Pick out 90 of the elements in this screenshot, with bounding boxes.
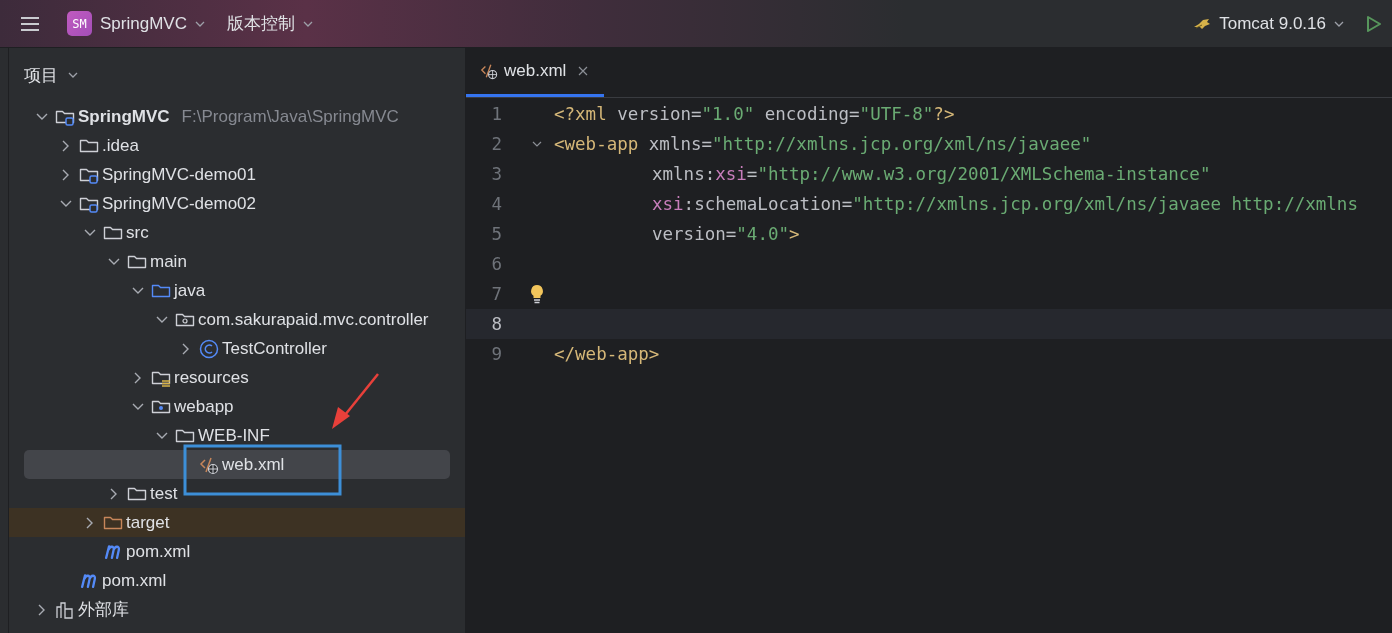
chevron-down-icon[interactable]: [132, 402, 144, 411]
tree-item-label: 外部库: [78, 599, 129, 621]
fold-icon[interactable]: [532, 141, 542, 147]
tree-row[interactable]: TestController: [9, 334, 465, 363]
tree-item-label: target: [126, 512, 170, 533]
chevron-down-icon: [68, 72, 78, 78]
library-icon: [55, 600, 75, 619]
chevron-down-icon[interactable]: [84, 228, 96, 237]
code-line: xmlns:xsi="http://www.w3.org/2001/XMLSchema-instance": [651, 164, 1211, 184]
tree-row[interactable]: java: [9, 276, 465, 305]
code-line: version="4.0">: [651, 224, 800, 244]
line-number: 7: [490, 284, 502, 304]
tab-label: web.xml: [504, 61, 567, 81]
tree-row[interactable]: 外部库: [9, 595, 465, 624]
tree-item-label: web.xml: [222, 454, 285, 475]
tree-item-label: pom.xml: [102, 570, 167, 591]
chevron-down-icon[interactable]: [156, 431, 168, 440]
tree-item-label: com.sakurapaid.mvc.controller: [198, 309, 429, 330]
project-view-menu[interactable]: 项目: [24, 63, 78, 87]
chevron-right-icon[interactable]: [110, 487, 118, 500]
line-number: 5: [490, 224, 502, 244]
line-number: 2: [490, 134, 502, 154]
line-number: 8: [490, 314, 502, 334]
tree-item-label: SpringMVC-demo01: [102, 164, 256, 185]
code-line: <web-app xmlns="http://xmlns.jcp.org/xml/ns/javaee": [554, 134, 1092, 154]
project-menu[interactable]: SpringMVC: [100, 13, 211, 34]
excluded-tree-row[interactable]: target: [9, 508, 465, 537]
tree-row[interactable]: .idea: [9, 131, 465, 160]
tree-row[interactable]: webapp: [9, 392, 465, 421]
chevron-right-icon[interactable]: [38, 603, 46, 616]
tree-item-label: java: [174, 280, 206, 301]
class-icon: [199, 338, 219, 359]
tree-item-label: src: [126, 222, 149, 243]
chevron-down-icon[interactable]: [60, 199, 72, 208]
tree-row[interactable]: com.sakurapaid.mvc.controller: [9, 305, 465, 334]
menu-icon[interactable]: [20, 15, 40, 32]
tomcat-icon: [1193, 17, 1212, 30]
tree-row[interactable]: pom.xml: [9, 566, 465, 595]
tree-item-label: resources: [174, 367, 249, 388]
tree-item-label: TestController: [222, 338, 327, 359]
tree-row[interactable]: resources: [9, 363, 465, 392]
chevron-right-icon[interactable]: [134, 371, 142, 384]
maven-icon: [81, 573, 96, 588]
tree-item-label: .idea: [102, 135, 139, 156]
tree-item-label: WEB-INF: [198, 425, 270, 446]
chevron-down-icon[interactable]: [36, 112, 48, 121]
tree-item-label: SpringMVC-demo02: [102, 193, 256, 214]
tree-row[interactable]: src: [9, 218, 465, 247]
run-configuration-menu[interactable]: Tomcat 9.0.16: [1219, 13, 1350, 34]
tree-row[interactable]: test: [9, 479, 465, 508]
run-icon[interactable]: [1366, 14, 1382, 33]
tree-row[interactable]: SpringMVC-demo01: [9, 160, 465, 189]
line-number: 1: [490, 104, 502, 124]
project-badge: SM: [67, 11, 92, 36]
tree-item-label: main: [150, 251, 187, 272]
annotation-arrow: [332, 373, 379, 429]
vcs-menu[interactable]: 版本控制: [226, 12, 319, 35]
close-icon[interactable]: [578, 66, 589, 76]
xml-file-icon: [480, 62, 498, 80]
chevron-down-icon[interactable]: [132, 286, 144, 295]
code-line: </web-app>: [554, 344, 660, 364]
code-line: xsi:schemaLocation="http://xmlns.jcp.org/xml/ns/javaee http://xmlns: [651, 194, 1358, 214]
tree-row[interactable]: WEB-INF: [9, 421, 465, 450]
tree-item-label: pom.xml: [126, 541, 191, 562]
tree-row[interactable]: web.xml: [24, 450, 450, 479]
chevron-down-icon: [1334, 20, 1344, 27]
line-number: 4: [490, 194, 502, 214]
path-hint: F:\Program\Java\SpringMVC: [181, 106, 399, 127]
code-line: <?xml version="1.0" encoding="UTF-8"?>: [554, 104, 955, 124]
line-number: 9: [490, 344, 502, 364]
tree-item-label: SpringMVC: [78, 106, 170, 127]
tree-item-label: test: [150, 483, 178, 504]
chevron-right-icon[interactable]: [62, 139, 70, 152]
tree-item-label: webapp: [174, 396, 234, 417]
chevron-down-icon[interactable]: [156, 315, 168, 324]
chevron-down-icon: [302, 20, 313, 27]
tree-row[interactable]: SpringMVC-demo02: [9, 189, 465, 218]
tree-row[interactable]: SpringMVC F:\Program\Java\SpringMVC: [9, 102, 465, 131]
chevron-right-icon[interactable]: [182, 342, 190, 355]
chevron-down-icon[interactable]: [108, 257, 120, 266]
editor-tab[interactable]: web.xml: [466, 48, 605, 97]
chevron-down-icon: [194, 20, 205, 27]
tree-row[interactable]: main: [9, 247, 465, 276]
chevron-right-icon[interactable]: [62, 168, 70, 181]
line-number: 3: [490, 164, 502, 184]
tree-row[interactable]: pom.xml: [9, 537, 465, 566]
chevron-right-icon[interactable]: [86, 516, 94, 529]
line-number: 6: [490, 254, 502, 274]
lightbulb-icon[interactable]: [530, 284, 544, 304]
maven-icon: [105, 544, 120, 559]
